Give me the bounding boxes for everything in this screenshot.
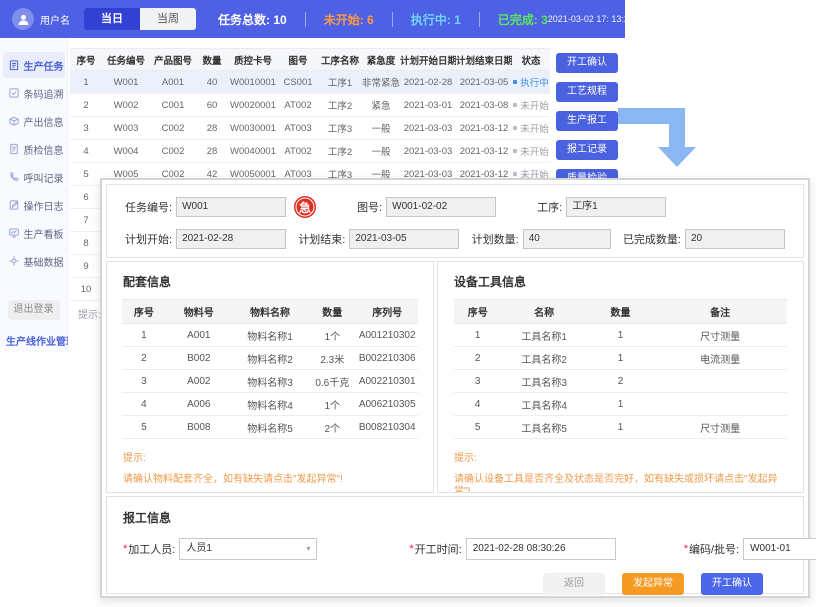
- table-header-row: 序号 任务编号 产品图号 数量 质控卡号 图号 工序名称 紧急度 计划开始日期 计划结束日期 状态: [70, 48, 550, 71]
- equipment-table: 序号 名称 数量 备注 1 工具名称1 1 尺寸测量 2 工具名称2 1 电流测量 3 工具名称3 2…: [454, 299, 787, 439]
- dashboard-icon: [8, 228, 19, 238]
- table-row[interactable]: 3 W003 C002 28 W0030001 AT003 工序3 一般 2021-03-03 2…: [70, 116, 550, 140]
- table-row: 1 A001 物料名称1 1个 A001210302: [121, 323, 419, 347]
- table-row: 5 B008 物料名称5 2个 B008210304: [121, 415, 419, 439]
- table-row[interactable]: 2 W002 C001 60 W0020001 AT002 工序2 紧急 2021-03-01 2…: [70, 93, 550, 117]
- status-badge: 执行中: [513, 75, 549, 89]
- table-row: 5 工具名称5 1 尺寸测量: [454, 415, 787, 439]
- confirm-start-action-button[interactable]: 开工确认: [556, 53, 618, 73]
- log-icon: [9, 200, 18, 210]
- stat-running: 执行中: 1: [410, 12, 461, 27]
- equipment-hint: 提示: 请确认设备工具是否齐全及状态是否完好，如有缺失或损坏请点击"发起异常"!: [454, 453, 778, 493]
- table-row: 2 工具名称2 1 电流测量: [454, 346, 787, 370]
- field-done-qty: 已完成数量: 20: [623, 229, 785, 249]
- table-header-row: 序号 名称 数量 备注: [454, 299, 787, 324]
- chevron-down-icon: ▾: [306, 544, 311, 553]
- table-footer-hint: 提示:: [78, 310, 101, 321]
- field-start-time: * 开工时间: 2021-02-28 08:30:26: [409, 538, 616, 560]
- field-plan-start: 计划开始: 2021-02-28: [125, 229, 287, 249]
- plan-qty-value: 40: [522, 229, 611, 249]
- table-row: 4 工具名称4 1: [454, 392, 787, 416]
- field-process: 工序: 工序1: [537, 197, 667, 217]
- divider: [478, 11, 480, 27]
- sidebar-item-production-board[interactable]: 生产看板: [3, 220, 65, 246]
- sidebar-item-barcode-trace[interactable]: 条码追溯: [3, 80, 65, 106]
- table-row[interactable]: 1 W001 A001 40 W0010001 CS001 工序1 非常紧急 2021-02-2…: [70, 70, 550, 94]
- username: 用户名: [40, 15, 70, 27]
- flow-arrow-icon: [618, 108, 696, 167]
- period-tabs: 当日 当周: [84, 8, 196, 30]
- status-badge: 未开始: [513, 121, 549, 135]
- stat-total: 任务总数: 10: [218, 12, 287, 27]
- check-square-icon: [8, 88, 19, 98]
- material-hint: 提示: 请确认物料配套齐全，如有缺失请点击"发起异常"!: [123, 453, 343, 485]
- field-worker: * 加工人员: 人员1 ▾: [123, 538, 318, 560]
- page: 用户名 当日 当周 任务总数: 10 未开始: 6 执行中: 1 已完成: 3 …: [0, 0, 816, 607]
- header-bar: 用户名 当日 当周 任务总数: 10 未开始: 6 执行中: 1 已完成: 3 …: [0, 0, 634, 38]
- status-badge: 未开始: [513, 144, 549, 158]
- sidebar-item-production-tasks[interactable]: 生产任务: [2, 52, 65, 78]
- done-qty-value: 20: [685, 229, 785, 249]
- divider: [304, 11, 306, 27]
- table-row: 3 工具名称3 2: [454, 369, 787, 393]
- plan-start-value: 2021-02-28: [176, 229, 287, 249]
- drawing-no-value: W001-02-02: [386, 197, 497, 217]
- sidebar-item-operation-log[interactable]: 操作日志: [3, 192, 65, 218]
- table-header-row: 序号 物料号 物料名称 数量 序列号: [121, 299, 419, 324]
- sidebar: 生产任务 条码追溯 产出信息 质检信息 呼叫记录 操作日志 生产看板 基础数据: [0, 38, 68, 352]
- worker-select[interactable]: 人员1 ▾: [179, 538, 318, 560]
- logout-button[interactable]: 退出登录: [7, 300, 60, 320]
- document-icon: [9, 143, 18, 155]
- sidebar-item-quality-info[interactable]: 质检信息: [3, 136, 65, 162]
- divider: [391, 11, 393, 27]
- field-batch-no: * 编码/批号: W001-01: [684, 538, 816, 560]
- table-row: 3 A002 物料名称3 0.6千克 A002210301: [121, 369, 419, 393]
- batch-input[interactable]: W001-01: [743, 538, 816, 560]
- table-row: 2 B002 物料名称2 2.3米 B002210306: [121, 346, 419, 370]
- field-task-no: 任务编号: W001 急: [125, 196, 317, 218]
- field-plan-qty: 计划数量: 40: [472, 229, 611, 249]
- phone-icon: [9, 172, 19, 182]
- material-panel-title: 配套信息: [123, 275, 172, 289]
- stat-done: 已完成: 3: [497, 12, 548, 27]
- field-drawing-no: 图号: W001-02-02: [357, 197, 497, 217]
- production-report-button[interactable]: 生产报工: [556, 111, 618, 131]
- table-row: 1 工具名称1 1 尺寸测量: [454, 323, 787, 347]
- task-detail-modal: 任务编号: W001 急 图号: W001-02-02 工序: 工序1 计划开始…: [100, 178, 816, 598]
- report-panel-title: 报工信息: [123, 511, 172, 525]
- report-record-button[interactable]: 报工记录: [556, 140, 618, 160]
- material-table: 序号 物料号 物料名称 数量 序列号 1 A001 物料名称1 1个 A001210302 2B…: [121, 299, 419, 439]
- equipment-panel: 设备工具信息 序号 名称 数量 备注 1 工具名称1 1 尺寸测量 2 工具名称2 1 电流测量 …: [437, 261, 804, 493]
- box-icon: [8, 116, 19, 126]
- process-spec-button[interactable]: 工艺规程: [556, 82, 618, 102]
- sidebar-item-output-info[interactable]: 产出信息: [3, 108, 65, 134]
- plan-end-value: 2021-03-05: [349, 229, 460, 249]
- confirm-start-button[interactable]: 开工确认: [701, 573, 763, 595]
- task-stats: 任务总数: 10 未开始: 6 执行中: 1 已完成: 3: [218, 11, 548, 28]
- sidebar-item-call-records[interactable]: 呼叫记录: [3, 164, 65, 190]
- process-value: 工序1: [566, 197, 667, 217]
- stat-not-started: 未开始: 6: [323, 12, 374, 27]
- material-panel: 配套信息 序号 物料号 物料名称 数量 序列号 1 A001 物料名称1 1个 A0012103…: [106, 261, 435, 493]
- clipboard-icon: [9, 60, 18, 71]
- task-no-value: W001: [176, 197, 287, 217]
- field-plan-end: 计划结束: 2021-03-05: [298, 229, 460, 249]
- task-summary-section: 任务编号: W001 急 图号: W001-02-02 工序: 工序1 计划开始…: [106, 184, 804, 258]
- report-panel: 报工信息 * 加工人员: 人员1 ▾ * 开工时间: 2021-02-28 08…: [106, 496, 816, 595]
- tab-week[interactable]: 当周: [140, 8, 196, 30]
- tab-today[interactable]: 当日: [84, 8, 140, 30]
- status-badge: 未开始: [513, 98, 549, 112]
- equipment-panel-title: 设备工具信息: [454, 275, 527, 289]
- sidebar-item-base-data[interactable]: 基础数据: [3, 248, 65, 274]
- action-button-column: 开工确认 工艺规程 生产报工 报工记录 质量检验: [556, 53, 618, 198]
- urgent-badge: 急: [294, 196, 317, 218]
- timestamp: 2021-03-02 17: 13:23: [547, 14, 634, 24]
- user-avatar-icon: [12, 8, 34, 30]
- back-button[interactable]: 返回: [543, 573, 605, 595]
- table-row: 4 A006 物料名称4 1个 A006210305: [121, 392, 419, 416]
- nodes-icon: [8, 256, 19, 266]
- table-row[interactable]: 4 W004 C002 28 W0040001 AT002 工序2 一般 2021-03-03 2…: [70, 139, 550, 163]
- start-time-input[interactable]: 2021-02-28 08:30:26: [465, 538, 616, 560]
- raise-exception-button[interactable]: 发起异常: [622, 573, 684, 595]
